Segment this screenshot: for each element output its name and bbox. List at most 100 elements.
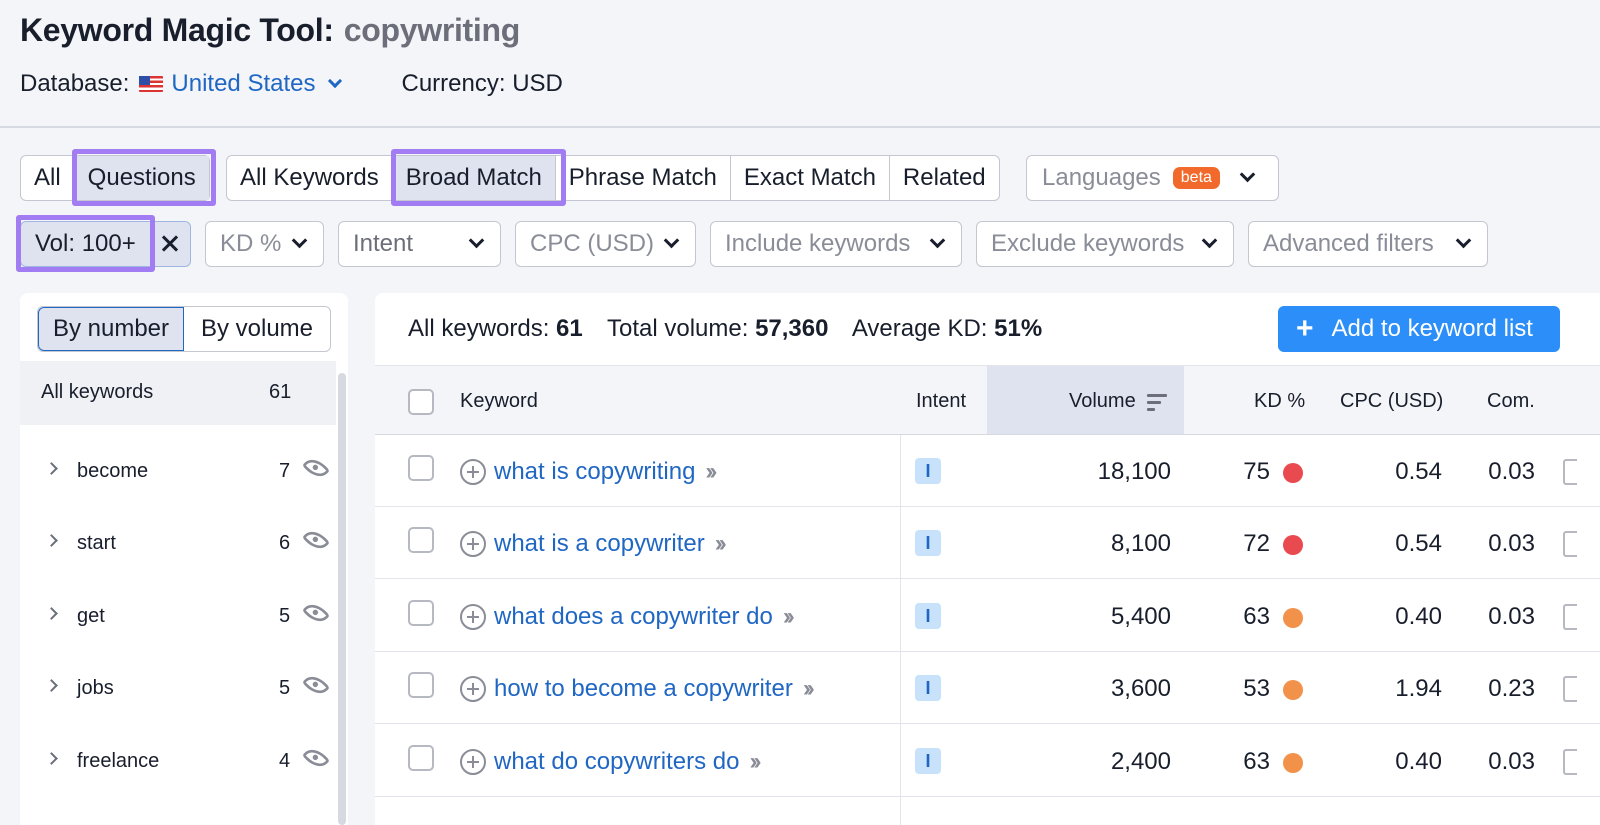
cpc-value: 1.94 [1395, 675, 1442, 702]
column-intent[interactable]: Intent [916, 390, 966, 413]
row-checkbox[interactable] [408, 745, 434, 771]
exclude-keywords-label: Exclude keywords [991, 230, 1185, 257]
by-volume-button[interactable]: By volume [184, 307, 330, 351]
by-number-button[interactable]: By number [38, 307, 184, 351]
add-circle-icon[interactable] [460, 531, 486, 557]
add-to-keyword-list-button[interactable]: + Add to keyword list [1278, 306, 1560, 352]
keyword-link[interactable]: how to become a copywriter [494, 675, 793, 703]
eye-icon[interactable] [301, 670, 331, 700]
add-circle-icon[interactable] [460, 459, 486, 485]
intent-filter-dropdown[interactable]: Intent [338, 221, 501, 267]
chevron-right-icon[interactable] [45, 607, 58, 620]
row-action-icon[interactable] [1563, 531, 1577, 557]
keyword-groups-panel: By number By volume All keywords 61 beco… [20, 293, 348, 825]
advanced-filters-dropdown[interactable]: Advanced filters [1248, 221, 1488, 267]
database-selector[interactable]: United States [171, 70, 315, 98]
eye-icon[interactable] [301, 598, 331, 628]
select-all-checkbox[interactable] [408, 389, 434, 415]
row-checkbox[interactable] [408, 600, 434, 626]
chevron-down-icon [468, 232, 485, 249]
tab-related[interactable]: Related [890, 156, 999, 200]
chevron-down-icon[interactable] [327, 73, 342, 89]
beta-badge: beta [1172, 167, 1220, 189]
tab-all-keywords[interactable]: All Keywords [227, 156, 393, 200]
row-action-icon[interactable] [1563, 459, 1577, 485]
group-label: get [77, 605, 105, 627]
row-checkbox[interactable] [408, 672, 434, 698]
languages-dropdown[interactable]: Languages beta [1026, 155, 1279, 201]
include-keywords-dropdown[interactable]: Include keywords [710, 221, 962, 267]
cpc-filter-label: CPC (USD) [530, 230, 654, 257]
table-header: Keyword Intent Volume KD % CPC (USD) Com… [375, 365, 1600, 435]
list-item[interactable]: get 5 [20, 583, 336, 643]
chevron-down-icon [663, 232, 680, 249]
kd-value: 63 [1243, 603, 1270, 630]
scrollbar[interactable] [338, 373, 346, 825]
keyword-cell: what do copywriters do ›› [460, 748, 761, 776]
chevron-right-icon[interactable] [45, 462, 58, 475]
tab-questions[interactable]: Questions [74, 156, 209, 200]
keyword-link[interactable]: what do copywriters do [494, 748, 739, 776]
row-checkbox[interactable] [408, 527, 434, 553]
add-circle-icon[interactable] [460, 604, 486, 630]
row-checkbox[interactable] [408, 455, 434, 481]
tab-broad-match[interactable]: Broad Match [392, 156, 556, 200]
eye-icon[interactable] [301, 743, 331, 773]
close-icon[interactable] [150, 222, 190, 266]
cpc-value: 0.54 [1395, 530, 1442, 557]
cpc-value: 0.54 [1395, 458, 1442, 485]
double-chevron-icon[interactable]: ›› [783, 603, 795, 631]
column-competition[interactable]: Com. [1487, 390, 1535, 413]
competition-value: 0.03 [1488, 530, 1535, 557]
double-chevron-icon[interactable]: ›› [803, 675, 815, 703]
database-bar: Database: United States Currency: USD [20, 70, 563, 98]
chevron-down-icon [929, 232, 946, 249]
group-label: jobs [77, 677, 114, 699]
row-action-icon[interactable] [1563, 676, 1577, 702]
group-label: All keywords [41, 381, 154, 403]
keyword-link[interactable]: what does a copywriter do [494, 603, 773, 631]
tab-all[interactable]: All [21, 156, 75, 200]
column-keyword[interactable]: Keyword [460, 390, 538, 413]
add-circle-icon[interactable] [460, 749, 486, 775]
languages-label: Languages [1042, 164, 1161, 191]
list-item[interactable]: start 6 [20, 510, 336, 570]
table-row: what do copywriters do ›› I 2,400 63 0.4… [375, 725, 1600, 797]
group-count: 5 [279, 677, 291, 699]
volume-filter-chip[interactable]: Vol: 100+ [20, 221, 191, 267]
volume-value: 8,100 [1110, 530, 1171, 557]
double-chevron-icon[interactable]: ›› [715, 530, 727, 558]
group-sort-toggle: By number By volume [37, 306, 331, 352]
column-volume[interactable]: Volume [1069, 390, 1136, 413]
sort-icon[interactable] [1147, 394, 1167, 411]
double-chevron-icon[interactable]: ›› [705, 458, 717, 486]
chevron-right-icon[interactable] [45, 752, 58, 765]
kd-filter-dropdown[interactable]: KD % [205, 221, 324, 267]
column-cpc[interactable]: CPC (USD) [1340, 390, 1443, 413]
exclude-keywords-dropdown[interactable]: Exclude keywords [976, 221, 1234, 267]
cpc-filter-dropdown[interactable]: CPC (USD) [515, 221, 696, 267]
list-item[interactable]: jobs 5 [20, 655, 336, 715]
kd-difficulty-dot [1283, 463, 1303, 483]
chevron-right-icon[interactable] [45, 679, 58, 692]
list-item[interactable]: freelance 4 [20, 728, 336, 788]
kd-filter-label: KD % [220, 230, 282, 257]
tab-exact-match[interactable]: Exact Match [731, 156, 890, 200]
keyword-link[interactable]: what is a copywriter [494, 530, 705, 558]
list-item[interactable]: become 7 [20, 438, 336, 498]
add-circle-icon[interactable] [460, 676, 486, 702]
us-flag-icon [139, 76, 164, 92]
tab-phrase-match[interactable]: Phrase Match [556, 156, 731, 200]
chevron-right-icon[interactable] [45, 534, 58, 547]
keyword-link[interactable]: what is copywriting [494, 458, 695, 486]
double-chevron-icon[interactable]: ›› [749, 748, 761, 776]
row-action-icon[interactable] [1563, 749, 1577, 775]
column-kd[interactable]: KD % [1254, 390, 1305, 413]
competition-value: 0.03 [1488, 748, 1535, 775]
row-action-icon[interactable] [1563, 604, 1577, 630]
eye-icon[interactable] [301, 525, 331, 555]
group-label: start [77, 532, 116, 554]
all-keywords-group[interactable]: All keywords 61 [20, 361, 336, 425]
question-filter-tabs: All Questions [20, 155, 210, 201]
eye-icon[interactable] [301, 453, 331, 483]
